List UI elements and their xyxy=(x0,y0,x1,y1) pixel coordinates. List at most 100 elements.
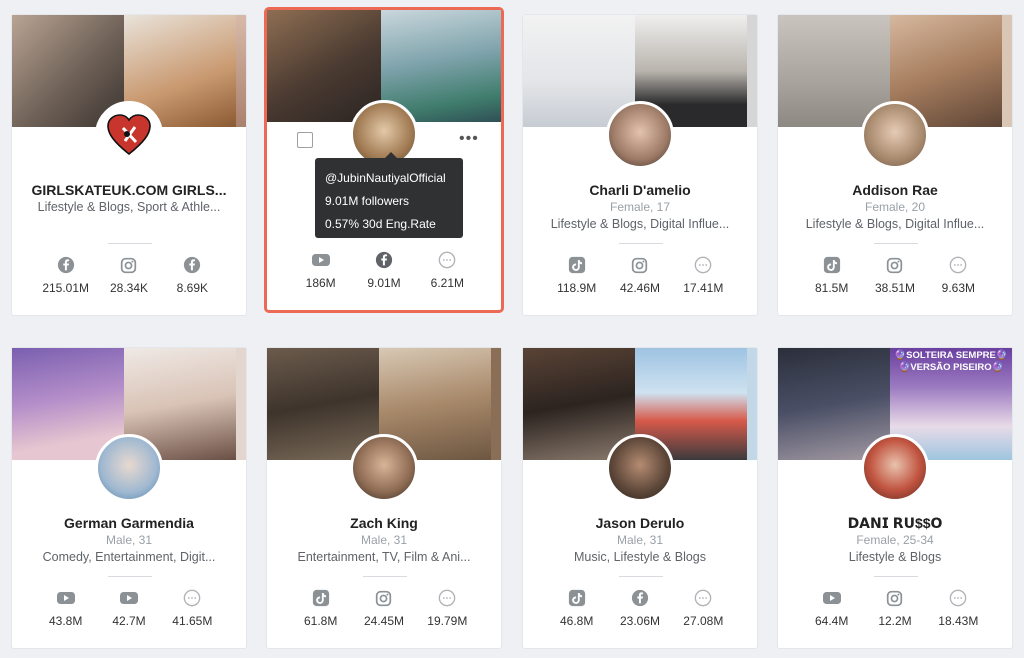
facebook-icon xyxy=(182,255,202,275)
instagram-icon xyxy=(885,255,905,275)
metric-value: 6.21M xyxy=(430,276,464,290)
more-platforms-icon xyxy=(182,588,202,608)
influencer-name: GIRLSKATEUK.COM GIRLS... xyxy=(31,182,227,198)
metric-more[interactable]: 41.65M xyxy=(161,588,224,628)
influencer-card[interactable]: Charli D'amelio Female, 17 Lifestyle & B… xyxy=(522,14,758,316)
influencer-card[interactable]: Addison Rae Female, 20 Lifestyle & Blogs… xyxy=(777,14,1013,316)
influencer-categories: Lifestyle & Blogs, Digital Influe... xyxy=(805,217,985,231)
metric-facebook[interactable]: 9.01M xyxy=(352,250,415,290)
metric-tiktok[interactable]: 81.5M xyxy=(800,255,863,295)
metric-instagram[interactable]: 38.51M xyxy=(863,255,926,295)
metric-youtube[interactable]: 43.8M xyxy=(34,588,97,628)
metric-more[interactable]: 19.79M xyxy=(416,588,479,628)
metric-value: 8.69K xyxy=(176,281,208,295)
metric-value: 43.8M xyxy=(48,614,83,628)
more-platforms-icon xyxy=(948,255,968,275)
influencer-card[interactable]: GIRLSKATEUK.COM GIRLS... Lifestyle & Blo… xyxy=(11,14,247,316)
influencer-demographics: Female, 25-34 xyxy=(856,533,934,547)
metric-more[interactable]: 6.21M xyxy=(416,250,479,290)
facebook-icon xyxy=(630,588,650,608)
metric-youtube[interactable]: 64.4M xyxy=(800,588,863,628)
platform-metrics: 43.8M 42.7M 41.65M xyxy=(34,588,224,628)
metric-value: 61.8M xyxy=(303,614,338,628)
tiktok-icon xyxy=(567,255,587,275)
metric-more[interactable]: 27.08M xyxy=(672,588,735,628)
tooltip-followers: 9.01M followers xyxy=(325,194,410,208)
metric-instagram[interactable]: 24.45M xyxy=(352,588,415,628)
metric-value: 38.51M xyxy=(874,281,915,295)
more-options-icon[interactable]: ••• xyxy=(459,131,479,147)
instagram-icon xyxy=(374,588,394,608)
tooltip-handle: @JubinNautiyalOfficial xyxy=(325,171,446,185)
metric-value: 46.8M xyxy=(559,614,594,628)
divider xyxy=(619,576,663,577)
metric-value: 17.41M xyxy=(683,281,724,295)
divider xyxy=(108,576,152,577)
youtube-icon xyxy=(822,588,842,608)
metric-more[interactable]: 18.43M xyxy=(927,588,990,628)
influencer-card[interactable]: German Garmendia Male, 31 Comedy, Entert… xyxy=(11,347,247,649)
tiktok-icon xyxy=(311,588,331,608)
metric-value: 18.43M xyxy=(938,614,979,628)
influencer-card[interactable]: 🔮SOLTEIRA SEMPRE🔮 🔮VERSÃO PISEIRO🔮 𝗗𝗔𝗡𝗜 … xyxy=(777,347,1013,649)
metric-tiktok[interactable]: 61.8M xyxy=(289,588,352,628)
metric-value: 19.79M xyxy=(427,614,468,628)
youtube-icon xyxy=(119,588,139,608)
instagram-icon xyxy=(885,588,905,608)
tiktok-icon xyxy=(822,255,842,275)
youtube-icon xyxy=(56,588,76,608)
more-platforms-icon xyxy=(948,588,968,608)
avatar xyxy=(861,434,929,502)
platform-metrics: 46.8M 23.06M 27.08M xyxy=(545,588,735,628)
metric-instagram[interactable]: 12.2M xyxy=(863,588,926,628)
youtube-icon xyxy=(311,250,331,270)
metric-tiktok[interactable]: 118.9M xyxy=(545,255,608,295)
avatar xyxy=(606,434,674,502)
divider xyxy=(108,243,152,244)
influencer-name: Charli D'amelio xyxy=(589,182,691,198)
metric-value: 215.01M xyxy=(42,281,90,295)
metric-more[interactable]: 17.41M xyxy=(672,255,735,295)
avatar xyxy=(350,434,418,502)
platform-metrics: 215.01M 28.34K 8.69K xyxy=(34,255,224,295)
metric-value: 42.46M xyxy=(619,281,660,295)
instagram-icon xyxy=(119,255,139,275)
metric-value: 23.06M xyxy=(619,614,660,628)
metric-value: 118.9M xyxy=(557,281,597,295)
metric-facebook[interactable]: 215.01M xyxy=(34,255,97,295)
heart-logo-icon xyxy=(107,114,151,156)
facebook-icon xyxy=(374,250,394,270)
select-checkbox[interactable] xyxy=(297,132,313,148)
influencer-categories: Lifestyle & Blogs, Sport & Athle... xyxy=(37,200,221,214)
platform-metrics: 81.5M 38.51M 9.63M xyxy=(800,255,990,295)
metric-youtube[interactable]: 42.7M xyxy=(97,588,160,628)
metric-youtube[interactable]: 186M xyxy=(289,250,352,290)
instagram-icon xyxy=(630,255,650,275)
avatar xyxy=(95,434,163,502)
platform-metrics: 61.8M 24.45M 19.79M xyxy=(289,588,479,628)
metric-facebook[interactable]: 8.69K xyxy=(161,255,224,295)
metric-tiktok[interactable]: 46.8M xyxy=(545,588,608,628)
more-platforms-icon xyxy=(693,255,713,275)
divider xyxy=(874,576,918,577)
metric-facebook[interactable]: 23.06M xyxy=(608,588,671,628)
metric-more[interactable]: 9.63M xyxy=(927,255,990,295)
metric-instagram[interactable]: 42.46M xyxy=(608,255,671,295)
metric-value: 41.65M xyxy=(172,614,213,628)
influencer-card[interactable]: Zach King Male, 31 Entertainment, TV, Fi… xyxy=(266,347,502,649)
influencer-demographics: Male, 31 xyxy=(616,533,664,547)
influencer-demographics: Male, 31 xyxy=(105,533,153,547)
influencer-name: Addison Rae xyxy=(852,182,938,198)
metric-value: 28.34K xyxy=(109,281,149,295)
metric-value: 24.45M xyxy=(363,614,404,628)
influencer-card[interactable]: Jason Derulo Male, 31 Music, Lifestyle &… xyxy=(522,347,758,649)
platform-metrics: 186M 9.01M 6.21M xyxy=(289,250,479,290)
influencer-name: 𝗗𝗔𝗡𝗜 𝗥𝗨$$𝗢 xyxy=(847,515,943,531)
metric-value: 42.7M xyxy=(112,614,146,628)
follower-tooltip: @JubinNautiyalOfficial 9.01M followers 0… xyxy=(315,152,463,238)
divider xyxy=(619,243,663,244)
influencer-card-selected[interactable]: ••• @JubinNautiyalOfficial 9.01M followe… xyxy=(264,7,504,313)
more-platforms-icon xyxy=(437,588,457,608)
metric-value: 9.01M xyxy=(367,276,401,290)
metric-instagram[interactable]: 28.34K xyxy=(97,255,160,295)
